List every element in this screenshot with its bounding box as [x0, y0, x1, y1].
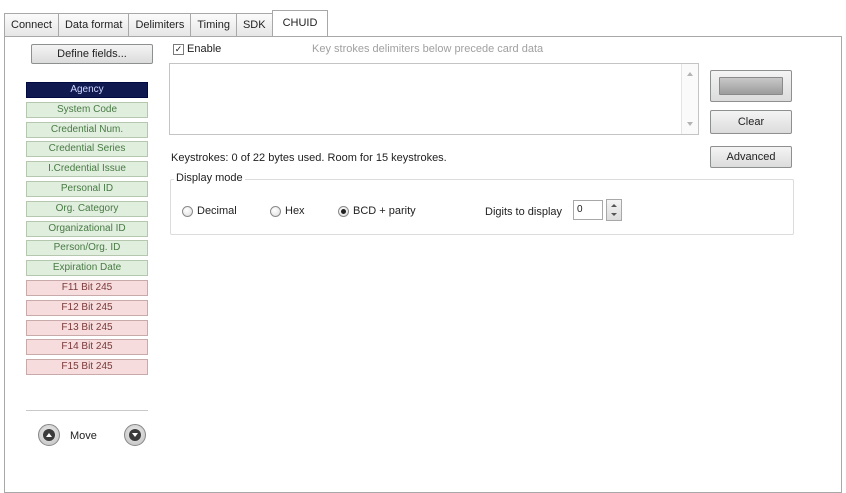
radio-hex[interactable] — [270, 206, 281, 217]
tab-data-format[interactable]: Data format — [58, 13, 130, 36]
field-item-personal-id[interactable]: Personal ID — [26, 180, 148, 197]
tab-bar: Connect Data format Delimiters Timing SD… — [4, 10, 329, 37]
keystrokes-textarea[interactable] — [169, 63, 699, 135]
clear-button[interactable]: Clear — [710, 110, 792, 134]
field-item-credential-num[interactable]: Credential Num. — [26, 121, 148, 138]
keystrokes-status: Keystrokes: 0 of 22 bytes used. Room for… — [171, 152, 447, 164]
field-item-f13[interactable]: F13 Bit 245 — [26, 319, 148, 336]
scroll-down-icon — [687, 122, 693, 126]
advanced-button[interactable]: Advanced — [710, 146, 792, 168]
display-mode-group — [170, 179, 794, 235]
field-item-f14[interactable]: F14 Bit 245 — [26, 339, 148, 356]
digits-label: Digits to display — [485, 206, 563, 218]
field-item-person-org-id[interactable]: Person/Org. ID — [26, 240, 148, 257]
radio-decimal-label: Decimal — [197, 205, 237, 217]
field-item-expiration-date[interactable]: Expiration Date — [26, 260, 148, 277]
field-item-f15[interactable]: F15 Bit 245 — [26, 359, 148, 376]
tab-sdk[interactable]: SDK — [236, 13, 273, 36]
field-item-credential-series[interactable]: Credential Series — [26, 141, 148, 158]
left-divider — [26, 410, 148, 411]
keystrokes-scrollbar[interactable] — [681, 64, 698, 134]
checkmark-icon: ✓ — [174, 44, 183, 54]
display-mode-label: Display mode — [174, 172, 245, 184]
field-list: Agency System Code Credential Num. Crede… — [26, 82, 148, 379]
spin-down-icon — [611, 213, 617, 216]
field-item-credential-issue[interactable]: I.Credential Issue — [26, 161, 148, 178]
arrow-down-icon — [129, 429, 141, 441]
enable-label: Enable — [187, 43, 222, 55]
field-item-system-code[interactable]: System Code — [26, 101, 148, 118]
field-item-org-category[interactable]: Org. Category — [26, 200, 148, 217]
keyboard-icon — [719, 77, 783, 95]
digits-spinner[interactable] — [606, 199, 622, 221]
tab-timing[interactable]: Timing — [191, 13, 237, 36]
arrow-up-icon — [43, 429, 55, 441]
radio-bcd-parity[interactable] — [338, 206, 349, 217]
tab-chuid[interactable]: CHUID — [271, 10, 329, 37]
radio-bcd-parity-label: BCD + parity — [353, 205, 416, 217]
radio-selected-dot — [341, 209, 346, 214]
keystroke-capture-button[interactable] — [710, 70, 792, 102]
tab-connect[interactable]: Connect — [4, 13, 59, 36]
radio-decimal[interactable] — [182, 206, 193, 217]
digits-input[interactable]: 0 — [573, 200, 603, 220]
radio-hex-label: Hex — [285, 205, 305, 217]
enable-checkbox[interactable]: ✓ — [173, 44, 184, 55]
field-item-agency[interactable]: Agency — [26, 82, 148, 98]
spin-up-icon — [611, 204, 617, 207]
define-fields-button[interactable]: Define fields... — [31, 44, 153, 64]
field-item-f12[interactable]: F12 Bit 245 — [26, 299, 148, 316]
keystrokes-value — [170, 64, 698, 72]
delimiters-hint: Key strokes delimiters below precede car… — [312, 43, 544, 55]
field-item-f11[interactable]: F11 Bit 245 — [26, 279, 148, 296]
scroll-up-icon — [687, 72, 693, 76]
tab-delimiters[interactable]: Delimiters — [129, 13, 192, 36]
field-item-organizational-id[interactable]: Organizational ID — [26, 220, 148, 237]
move-label: Move — [70, 430, 97, 442]
move-down-button[interactable] — [124, 424, 146, 446]
move-up-button[interactable] — [38, 424, 60, 446]
